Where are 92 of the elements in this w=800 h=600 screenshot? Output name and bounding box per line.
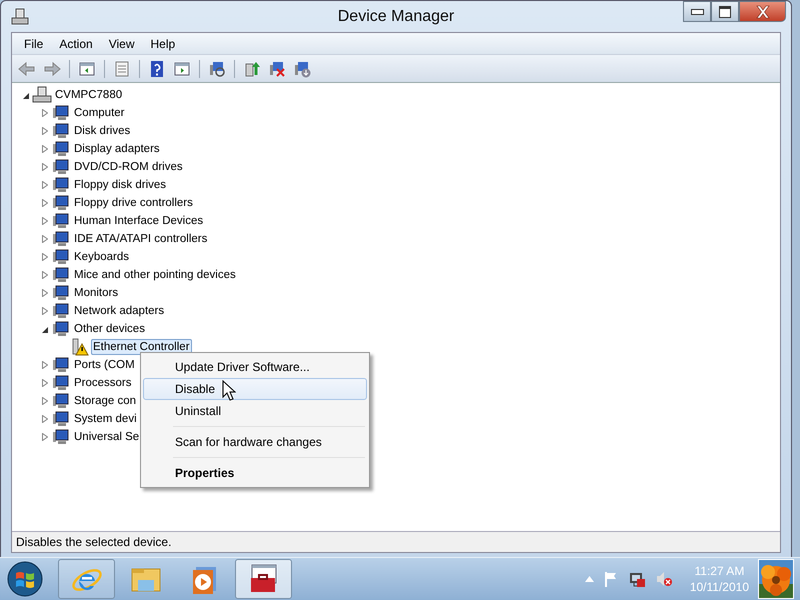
expand-arrow-icon[interactable] [42,253,48,261]
menu-item[interactable]: Help [142,34,184,52]
device-icon [51,320,71,338]
menu-item[interactable]: View [100,34,142,52]
device-icon [51,284,71,302]
tree-item[interactable]: Universal Se [72,429,142,445]
close-button[interactable] [739,1,786,22]
scan-hardware-icon[interactable] [208,60,226,78]
device-icon [51,356,71,374]
maximize-icon [719,6,731,18]
expand-arrow-icon[interactable] [42,235,48,243]
device-icon [51,158,71,176]
tree-item[interactable]: IDE ATA/ATAPI controllers [72,231,210,247]
device-icon [51,176,71,194]
help-icon[interactable] [148,60,166,78]
maximize-button[interactable] [711,1,739,22]
device-icon [51,374,71,392]
menu-item[interactable]: Properties [143,462,367,484]
menu-item[interactable]: Uninstall [143,400,367,422]
flag-icon[interactable] [602,571,619,587]
device-icon [51,410,71,428]
device-icon [51,392,71,410]
disable-device-icon[interactable] [268,60,286,78]
tree-item[interactable]: Computer [72,105,126,121]
window-pane-icon[interactable] [173,60,191,78]
tree-item[interactable]: Other devices [72,321,147,337]
tree-item[interactable]: DVD/CD-ROM drives [72,159,185,175]
expand-arrow-icon[interactable] [42,127,48,135]
device-icon [51,230,71,248]
device-icon [51,248,71,266]
window-title: Device Manager [338,8,454,26]
menu-item[interactable]: File [16,34,52,52]
expand-arrow-icon[interactable] [42,361,48,369]
expand-arrow-icon[interactable] [42,289,48,297]
expand-arrow-icon[interactable] [42,181,48,189]
speaker-muted-icon[interactable] [654,570,673,588]
tree-item[interactable]: CVMPC7880 [53,87,124,103]
expand-arrow-icon[interactable] [42,271,48,279]
tree-item[interactable]: Ports (COM [72,357,137,373]
list-window-icon[interactable] [113,60,131,78]
minimize-icon [690,8,704,14]
device-icon [51,266,71,284]
forward-arrow-icon[interactable] [43,60,61,78]
tree-item[interactable]: Ethernet Controller [91,339,192,355]
expand-arrow-icon[interactable] [42,415,48,423]
minimize-button[interactable] [683,1,711,22]
computer-icon [32,86,52,104]
expand-arrow-icon[interactable] [42,433,48,441]
expand-arrow-icon[interactable] [42,217,48,225]
tree-item[interactable]: Keyboards [72,249,131,265]
device-icon [51,104,71,122]
tree-item[interactable]: Monitors [72,285,120,301]
device-icon [51,122,71,140]
expand-arrow-icon[interactable] [42,307,48,315]
tree-item[interactable]: Human Interface Devices [72,213,206,229]
tree-item[interactable]: Floppy drive controllers [72,195,195,211]
window-pane-icon[interactable] [78,60,96,78]
expand-arrow-icon[interactable] [42,163,48,171]
tree-item[interactable]: Network adapters [72,303,166,319]
tree-item[interactable]: Storage con [72,393,138,409]
tree-item[interactable]: Display adapters [72,141,162,157]
device-icon [51,212,71,230]
menu-item[interactable]: Update Driver Software... [143,356,367,378]
expand-arrow-icon[interactable] [42,145,48,153]
update-driver-icon[interactable] [243,60,261,78]
device-icon [51,140,71,158]
computer-icon [11,8,29,26]
tree-item[interactable]: System devi [72,411,139,427]
device-icon [51,302,71,320]
expand-arrow-icon[interactable] [42,397,48,405]
back-arrow-icon[interactable] [18,60,36,78]
tree-item[interactable]: Floppy disk drives [72,177,168,193]
menu-item[interactable]: Action [51,34,101,52]
tree-item[interactable]: Processors [72,375,134,391]
menu-item[interactable]: Disable [143,378,367,400]
menu-item[interactable]: Scan for hardware changes [143,431,367,453]
device-icon [51,194,71,212]
show-hidden-icons-arrow[interactable] [584,576,594,582]
tree-item[interactable]: Disk drives [72,123,132,139]
status-text: Disables the selected device. [16,535,172,549]
collapse-arrow-icon[interactable] [42,326,48,332]
expand-arrow-icon[interactable] [42,199,48,207]
taskbar-button[interactable] [235,559,292,599]
collapse-arrow-icon[interactable] [22,92,30,98]
mouse-cursor [222,380,236,401]
network-icon[interactable] [628,570,646,588]
expand-arrow-icon[interactable] [42,109,48,117]
tree-item[interactable]: Mice and other pointing devices [72,267,238,283]
device-icon [51,428,71,446]
close-icon [754,4,770,18]
expand-arrow-icon[interactable] [42,379,48,387]
uninstall-device-icon[interactable] [293,60,311,78]
